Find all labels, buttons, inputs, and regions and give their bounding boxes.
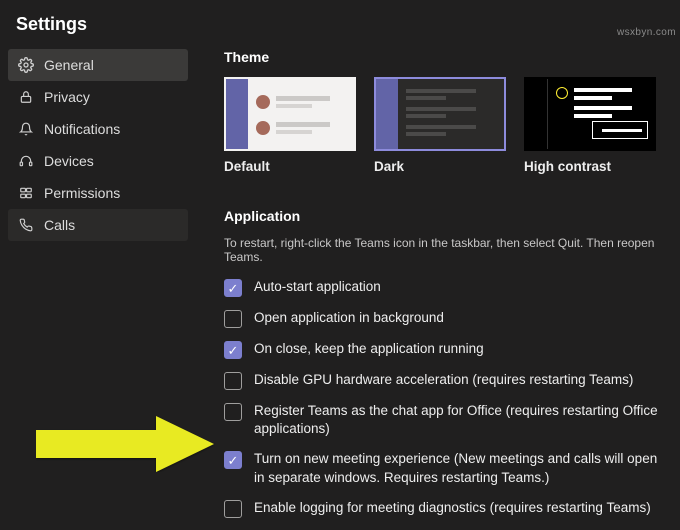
settings-content: Theme Default Dark <box>224 49 680 530</box>
theme-thumb-high-contrast <box>524 77 656 151</box>
option-label: Open application in background <box>254 309 444 327</box>
checkbox-icon <box>224 500 242 518</box>
theme-options: Default Dark High contrast <box>224 77 670 174</box>
bell-icon <box>18 121 34 137</box>
option-autostart[interactable]: ✓ Auto-start application <box>224 278 670 297</box>
application-heading: Application <box>224 208 670 224</box>
option-new-meeting-exp[interactable]: ✓ Turn on new meeting experience (New me… <box>224 450 670 486</box>
option-open-background[interactable]: Open application in background <box>224 309 670 328</box>
application-hint: To restart, right-click the Teams icon i… <box>224 236 670 264</box>
sidebar-item-label: Calls <box>44 217 75 233</box>
sidebar-item-label: Privacy <box>44 89 90 105</box>
sidebar-item-label: Notifications <box>44 121 120 137</box>
watermark: wsxbyn.com <box>617 27 676 38</box>
sidebar-item-devices[interactable]: Devices <box>8 145 188 177</box>
checkbox-icon <box>224 372 242 390</box>
checkbox-icon: ✓ <box>224 341 242 359</box>
theme-thumb-dark <box>374 77 506 151</box>
theme-label: Default <box>224 159 356 174</box>
theme-option-high-contrast[interactable]: High contrast <box>524 77 656 174</box>
page-title: Settings <box>0 0 680 49</box>
sidebar-item-general[interactable]: General <box>8 49 188 81</box>
sidebar-item-label: General <box>44 57 94 73</box>
gear-icon <box>18 57 34 73</box>
option-label: Auto-start application <box>254 278 381 296</box>
sidebar-item-calls[interactable]: Calls <box>8 209 188 241</box>
theme-thumb-default <box>224 77 356 151</box>
headset-icon <box>18 153 34 169</box>
sidebar-item-permissions[interactable]: Permissions <box>8 177 188 209</box>
option-label: Register Teams as the chat app for Offic… <box>254 402 670 438</box>
option-disable-gpu[interactable]: Disable GPU hardware acceleration (requi… <box>224 371 670 390</box>
phone-icon <box>18 217 34 233</box>
permissions-icon <box>18 185 34 201</box>
checkbox-icon: ✓ <box>224 279 242 297</box>
theme-option-default[interactable]: Default <box>224 77 356 174</box>
sidebar-item-label: Permissions <box>44 185 120 201</box>
settings-sidebar: General Privacy Notifications Devices Pe… <box>0 49 188 530</box>
theme-label: High contrast <box>524 159 656 174</box>
option-enable-logging[interactable]: Enable logging for meeting diagnostics (… <box>224 499 670 518</box>
sidebar-item-label: Devices <box>44 153 94 169</box>
option-label: Disable GPU hardware acceleration (requi… <box>254 371 633 389</box>
checkbox-icon: ✓ <box>224 451 242 469</box>
sidebar-item-notifications[interactable]: Notifications <box>8 113 188 145</box>
theme-option-dark[interactable]: Dark <box>374 77 506 174</box>
option-label: Turn on new meeting experience (New meet… <box>254 450 670 486</box>
theme-label: Dark <box>374 159 506 174</box>
option-label: On close, keep the application running <box>254 340 484 358</box>
checkbox-icon <box>224 310 242 328</box>
theme-heading: Theme <box>224 49 670 65</box>
option-keep-running[interactable]: ✓ On close, keep the application running <box>224 340 670 359</box>
sidebar-item-privacy[interactable]: Privacy <box>8 81 188 113</box>
option-register-chat[interactable]: Register Teams as the chat app for Offic… <box>224 402 670 438</box>
lock-icon <box>18 89 34 105</box>
checkbox-icon <box>224 403 242 421</box>
